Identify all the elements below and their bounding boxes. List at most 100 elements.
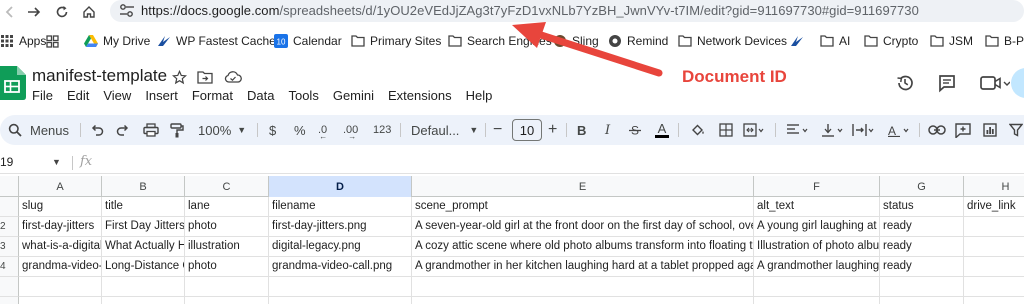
column-header-d[interactable]: D <box>269 176 412 197</box>
cell-g[interactable]: ready <box>880 257 964 277</box>
redo-icon[interactable] <box>116 122 130 138</box>
menu-insert[interactable]: Insert <box>145 88 178 106</box>
undo-icon[interactable] <box>90 122 104 138</box>
text-wrap-icon[interactable] <box>852 122 876 138</box>
reload-icon[interactable] <box>52 2 72 22</box>
cell-h[interactable] <box>964 297 1024 304</box>
menu-help[interactable]: Help <box>466 88 493 106</box>
cell-a[interactable] <box>19 277 102 297</box>
font-size-increase-button[interactable]: + <box>548 121 557 138</box>
column-header-b[interactable]: B <box>102 176 185 197</box>
cell-d[interactable]: filename <box>269 197 412 217</box>
cell-a[interactable]: what-is-a-digital- <box>19 237 102 257</box>
cell-c[interactable]: illustration <box>185 237 269 257</box>
cell-f[interactable]: Illustration of photo albun <box>754 237 880 257</box>
cell-b[interactable]: title <box>102 197 185 217</box>
menus-search-icon[interactable] <box>8 122 22 138</box>
insert-link-icon[interactable] <box>928 122 946 138</box>
column-header-e[interactable]: E <box>412 176 754 197</box>
bookmark-wp-fastest-cache[interactable]: WP Fastest Cache <box>157 32 276 50</box>
text-rotation-icon[interactable]: A <box>887 122 911 138</box>
cell-h[interactable] <box>964 237 1024 257</box>
sheets-logo-icon[interactable] <box>0 66 26 100</box>
cell-d[interactable]: digital-legacy.png <box>269 237 412 257</box>
row-header[interactable]: 2 <box>0 217 19 237</box>
document-title[interactable]: manifest-template <box>32 66 167 86</box>
font-size-input[interactable]: 10 <box>512 119 542 141</box>
bookmark-network-devices[interactable]: Network Devices <box>678 32 787 50</box>
menu-file[interactable]: File <box>32 88 53 106</box>
bookmark-calendar[interactable]: 10 Calendar <box>274 32 342 50</box>
cell-f[interactable] <box>754 297 880 304</box>
cell-e[interactable]: A seven-year-old girl at the front door … <box>412 217 754 237</box>
cell-c[interactable] <box>185 297 269 304</box>
cloud-saved-icon[interactable] <box>224 68 242 86</box>
cell-h[interactable] <box>964 217 1024 237</box>
cell-h[interactable] <box>964 277 1024 297</box>
forward-icon[interactable] <box>24 2 44 22</box>
url-text[interactable]: https://docs.google.com/spreadsheets/d/1… <box>141 3 919 18</box>
meet-icon[interactable] <box>978 70 1012 96</box>
decrease-decimal-button[interactable]: .0 ← <box>318 122 327 141</box>
bookmark-apps[interactable]: Apps <box>0 32 46 50</box>
cell-b[interactable]: First Day Jitters: <box>102 217 185 237</box>
bookmark-wp-cache-2[interactable] <box>790 32 809 50</box>
strikethrough-icon[interactable]: S <box>628 122 642 138</box>
increase-decimal-button[interactable]: .00 → <box>343 122 358 141</box>
row-header[interactable] <box>0 197 19 217</box>
column-header-a[interactable]: A <box>19 176 102 197</box>
cell-f[interactable] <box>754 277 880 297</box>
menu-view[interactable]: View <box>103 88 131 106</box>
cell-e[interactable] <box>412 277 754 297</box>
cell-h[interactable] <box>964 257 1024 277</box>
star-icon[interactable] <box>170 68 188 86</box>
cell-g[interactable]: status <box>880 197 964 217</box>
cell-d[interactable] <box>269 297 412 304</box>
cell-c[interactable]: lane <box>185 197 269 217</box>
paint-format-icon[interactable] <box>170 122 184 138</box>
horizontal-align-icon[interactable] <box>786 122 810 138</box>
fill-color-icon[interactable] <box>690 122 706 138</box>
column-header-c[interactable]: C <box>185 176 269 197</box>
bookmark-sling[interactable]: Sling <box>553 32 599 50</box>
row-header[interactable]: 4 <box>0 257 19 277</box>
cell-g[interactable] <box>880 277 964 297</box>
menu-extensions[interactable]: Extensions <box>388 88 452 106</box>
cell-f[interactable]: A young girl laughing at t <box>754 217 880 237</box>
cell-f[interactable]: alt_text <box>754 197 880 217</box>
menu-edit[interactable]: Edit <box>67 88 89 106</box>
cell-b[interactable]: What Actually H <box>102 237 185 257</box>
cell-a[interactable]: slug <box>19 197 102 217</box>
zoom-select[interactable]: 100% ▼ <box>198 122 246 138</box>
menu-tools[interactable]: Tools <box>288 88 318 106</box>
bookmark-my-drive[interactable]: My Drive <box>84 32 150 50</box>
menu-format[interactable]: Format <box>192 88 233 106</box>
cell-g[interactable]: ready <box>880 217 964 237</box>
currency-format-button[interactable]: $ <box>269 122 276 138</box>
cell-d[interactable]: first-day-jitters.png <box>269 217 412 237</box>
filter-icon[interactable] <box>1009 122 1023 138</box>
cell-d[interactable]: grandma-video-call.png <box>269 257 412 277</box>
cell-e[interactable] <box>412 297 754 304</box>
share-button[interactable] <box>1011 68 1024 98</box>
row-header[interactable] <box>0 297 19 304</box>
cell-a[interactable]: grandma-video-c <box>19 257 102 277</box>
bookmark-tab-groups[interactable] <box>45 32 64 50</box>
cell-c[interactable] <box>185 277 269 297</box>
cell-g[interactable] <box>880 297 964 304</box>
more-formats-button[interactable]: 123 <box>373 122 391 138</box>
back-icon[interactable] <box>0 2 20 22</box>
cell-c[interactable]: photo <box>185 217 269 237</box>
name-box[interactable]: 19 <box>0 155 13 169</box>
menu-data[interactable]: Data <box>247 88 274 106</box>
bookmark-b-p[interactable]: B-P <box>985 32 1024 50</box>
cell-b[interactable] <box>102 277 185 297</box>
column-header-f[interactable]: F <box>754 176 880 197</box>
print-icon[interactable] <box>143 122 159 138</box>
cell-b[interactable] <box>102 297 185 304</box>
insert-chart-icon[interactable] <box>983 122 997 138</box>
bookmark-search-engines[interactable]: Search Engines <box>448 32 552 50</box>
move-folder-icon[interactable] <box>196 68 214 86</box>
cell-g[interactable]: ready <box>880 237 964 257</box>
cell-d[interactable] <box>269 277 412 297</box>
